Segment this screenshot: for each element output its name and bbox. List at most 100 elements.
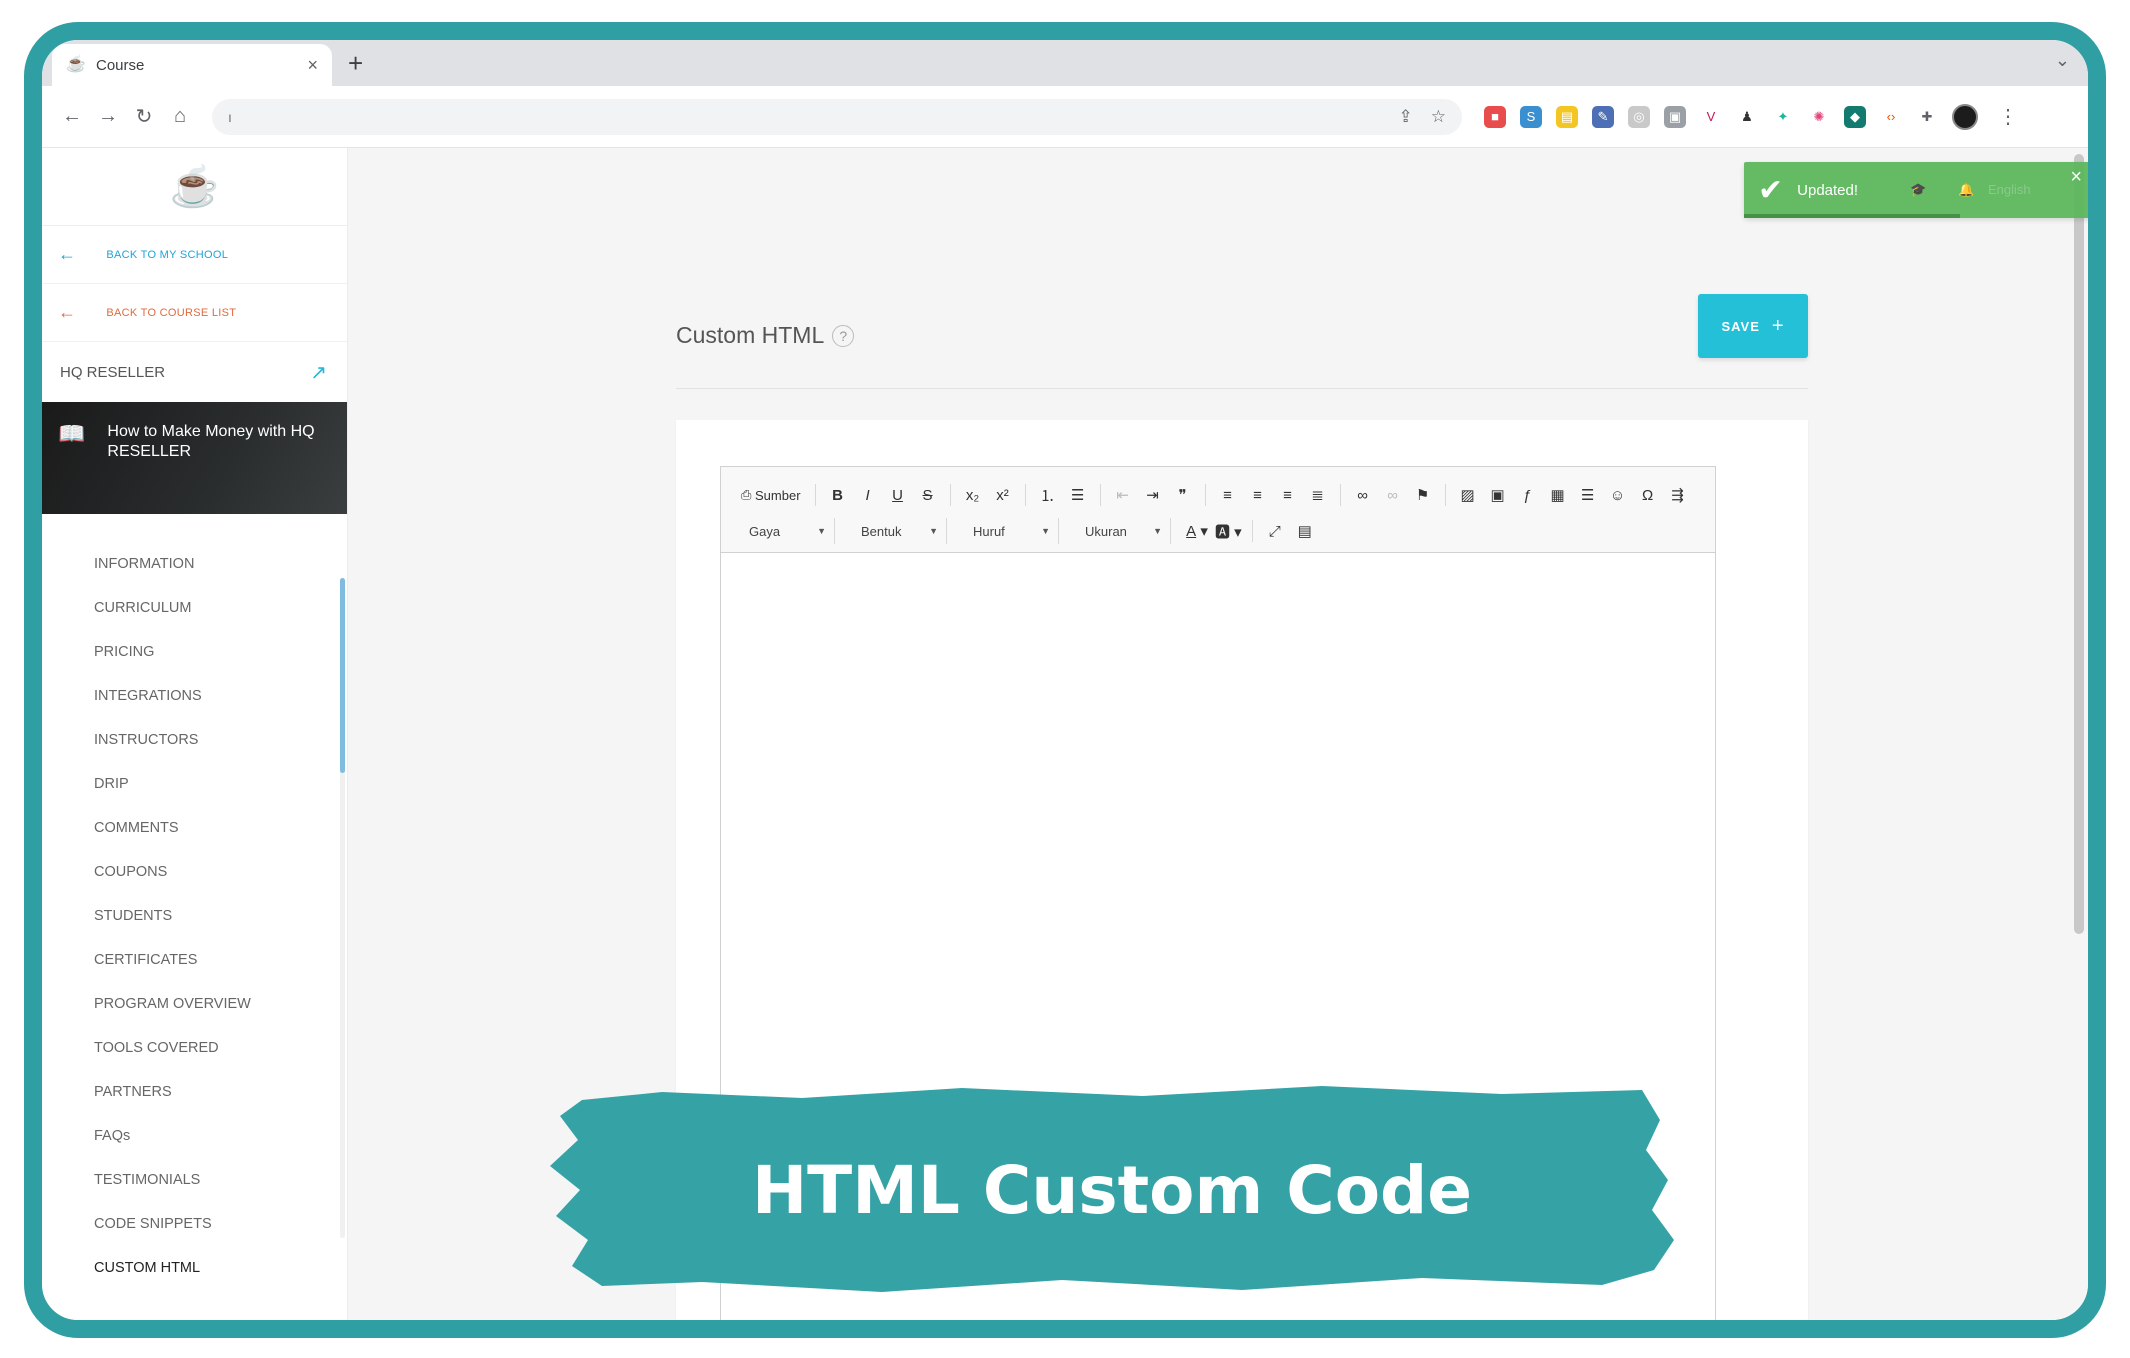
embed-media-icon[interactable]: ▣	[1484, 481, 1512, 509]
close-icon[interactable]: ×	[307, 55, 318, 76]
back-to-course-list-label: BACK TO COURSE LIST	[106, 306, 237, 319]
unlink-icon[interactable]: ∞	[1379, 481, 1407, 509]
smiley-icon[interactable]: ☺	[1604, 481, 1632, 509]
superscript-icon[interactable]: x²	[989, 481, 1017, 509]
menu-item-tools-covered[interactable]: TOOLS COVERED	[42, 1026, 347, 1070]
back-to-course-list-link[interactable]: ← BACK TO COURSE LIST	[42, 284, 347, 342]
browser-tab[interactable]: ☕ Course ×	[52, 44, 332, 86]
extension-person-icon[interactable]: ♟	[1736, 105, 1758, 128]
show-blocks-icon[interactable]: ▤	[1291, 517, 1319, 545]
menu-item-integrations[interactable]: INTEGRATIONS	[42, 674, 347, 718]
style-dropdown[interactable]: Gaya ▼	[735, 518, 835, 544]
flash-icon[interactable]: ƒ	[1514, 481, 1542, 509]
coffee-mug-logo-icon: ☕	[169, 165, 220, 209]
address-input[interactable]	[228, 108, 1379, 125]
menu-item-code-snippets[interactable]: CODE SNIPPETS	[42, 1202, 347, 1246]
menu-item-students[interactable]: STUDENTS	[42, 894, 347, 938]
share-icon[interactable]: ⇪	[1399, 107, 1413, 127]
menu-item-pricing[interactable]: PRICING	[42, 630, 347, 674]
menu-item-instructors[interactable]: INSTRUCTORS	[42, 718, 347, 762]
bookmark-star-icon[interactable]: ☆	[1431, 107, 1446, 127]
menu-item-drip[interactable]: DRIP	[42, 762, 347, 806]
anchor-flag-icon[interactable]: ⚑	[1409, 481, 1437, 509]
course-banner: 📖 How to Make Money with HQ RESELLER	[42, 402, 347, 514]
table-icon[interactable]: ▦	[1544, 481, 1572, 509]
source-button[interactable]: ⎙ Sumber	[735, 481, 807, 509]
align-justify-icon[interactable]: ≣	[1304, 481, 1332, 509]
extension-puzzle-color-icon[interactable]: ✺	[1808, 105, 1830, 128]
text-color-icon[interactable]: A ▾	[1183, 517, 1211, 545]
maximize-icon[interactable]: ⤢	[1261, 517, 1289, 545]
back-to-school-link[interactable]: ← BACK TO MY SCHOOL	[42, 226, 347, 284]
font-dropdown[interactable]: Huruf ▼	[959, 518, 1059, 544]
menu-item-program-overview[interactable]: PROGRAM OVERVIEW	[42, 982, 347, 1026]
extension-code-icon[interactable]: ‹›	[1880, 105, 1902, 128]
extension-red-icon[interactable]: ■	[1484, 105, 1506, 128]
coffee-mug-icon: ☕	[66, 56, 86, 73]
language-label: English	[1988, 182, 2031, 197]
extension-note-icon[interactable]: ▤	[1556, 105, 1578, 128]
subscript-icon[interactable]: x₂	[959, 481, 987, 509]
align-center-icon[interactable]: ≡	[1244, 481, 1272, 509]
page-scrollbar[interactable]	[2074, 154, 2084, 934]
menu-item-testimonials[interactable]: TESTIMONIALS	[42, 1158, 347, 1202]
extensions-puzzle-icon[interactable]: ✚	[1916, 105, 1938, 128]
close-icon[interactable]: ×	[2070, 166, 2082, 189]
editor-toolbar-row-1: ⎙ Sumber B I U S x₂ x² ⒈ ☰ ⇤ ⇥ ❞ ≡ ≡ ≡ ≣…	[735, 477, 1701, 513]
save-button[interactable]: SAVE +	[1698, 294, 1808, 358]
align-left-icon[interactable]: ≡	[1214, 481, 1242, 509]
underline-icon[interactable]: U	[884, 481, 912, 509]
menu-item-comments[interactable]: COMMENTS	[42, 806, 347, 850]
image-icon[interactable]: ▨	[1454, 481, 1482, 509]
forward-arrow-icon[interactable]: →	[90, 105, 126, 128]
format-dropdown[interactable]: Bentuk ▼	[847, 518, 947, 544]
new-tab-button[interactable]: +	[348, 48, 363, 79]
blockquote-icon[interactable]: ❞	[1169, 481, 1197, 509]
horizontal-line-icon[interactable]: ☰	[1574, 481, 1602, 509]
menu-item-partners[interactable]: PARTNERS	[42, 1070, 347, 1114]
bold-icon[interactable]: B	[824, 481, 852, 509]
background-color-icon[interactable]: 🅰 ▾	[1213, 517, 1244, 545]
outdent-icon[interactable]: ⇤	[1109, 481, 1137, 509]
format-dropdown-label: Bentuk	[861, 523, 902, 539]
extension-figure-icon[interactable]: ✦	[1772, 105, 1794, 128]
help-icon[interactable]: ?	[832, 324, 855, 347]
menu-item-information[interactable]: INFORMATION	[42, 542, 347, 586]
more-options-icon[interactable]: ⋮	[1998, 104, 2018, 129]
school-logo[interactable]: ☕	[42, 148, 347, 226]
italic-icon[interactable]: I	[854, 481, 882, 509]
home-icon[interactable]: ⌂	[162, 105, 198, 128]
reload-icon[interactable]: ↻	[126, 104, 162, 129]
special-character-icon[interactable]: Ω	[1634, 481, 1662, 509]
extension-v-icon[interactable]: V	[1700, 105, 1722, 128]
numbered-list-icon[interactable]: ⒈	[1034, 481, 1062, 509]
extension-teal-icon[interactable]: ◆	[1844, 105, 1866, 128]
sidebar-scrollbar[interactable]	[340, 578, 345, 773]
tab-strip: ☕ Course × + ⌄	[42, 40, 2088, 86]
page-title-text: Custom HTML	[676, 322, 825, 348]
link-icon[interactable]: ∞	[1349, 481, 1377, 509]
extension-code-box-icon[interactable]: ▣	[1664, 105, 1686, 128]
strikethrough-icon[interactable]: S	[914, 481, 942, 509]
external-link-icon[interactable]: ↗	[310, 360, 327, 385]
extension-s-icon[interactable]: S	[1520, 105, 1542, 128]
extension-gray-icon[interactable]: ◎	[1628, 105, 1650, 128]
size-dropdown[interactable]: Ukuran ▼	[1071, 518, 1171, 544]
menu-item-coupons[interactable]: COUPONS	[42, 850, 347, 894]
menu-item-faqs[interactable]: FAQs	[42, 1114, 347, 1158]
align-right-icon[interactable]: ≡	[1274, 481, 1302, 509]
profile-avatar[interactable]	[1952, 103, 1978, 130]
size-dropdown-label: Ukuran	[1085, 523, 1127, 539]
bulleted-list-icon[interactable]: ☰	[1064, 481, 1092, 509]
chevron-down-icon[interactable]: ⌄	[2055, 50, 2070, 71]
page-title: Custom HTML ?	[676, 322, 855, 349]
menu-item-curriculum[interactable]: CURRICULUM	[42, 586, 347, 630]
back-arrow-icon[interactable]: ←	[54, 105, 90, 128]
indent-icon[interactable]: ⇥	[1139, 481, 1167, 509]
toolbar-separator	[1204, 484, 1206, 506]
page-break-icon[interactable]: ⇶	[1664, 481, 1692, 509]
extension-pen-icon[interactable]: ✎	[1592, 105, 1614, 128]
address-bar[interactable]: ⇪ ☆	[212, 98, 1462, 135]
menu-item-custom-html[interactable]: CUSTOM HTML	[42, 1246, 347, 1290]
menu-item-certificates[interactable]: CERTIFICATES	[42, 938, 347, 982]
